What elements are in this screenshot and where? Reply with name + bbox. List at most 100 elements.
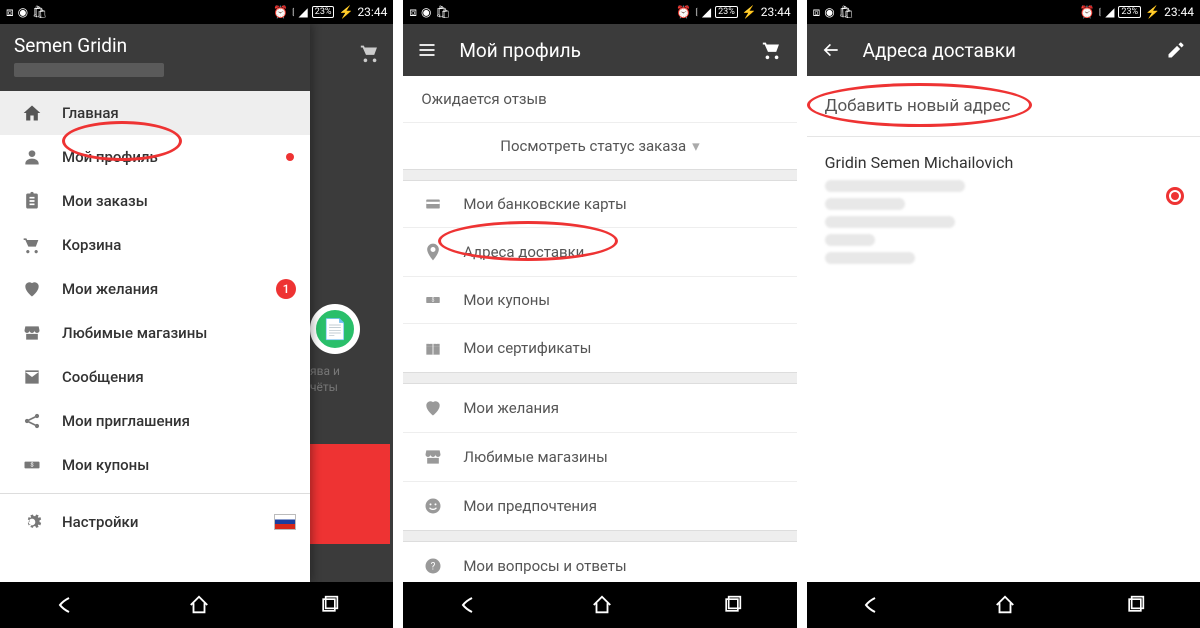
menu-settings[interactable]: Настройки [0, 500, 310, 544]
app-bar: Мой профиль [403, 24, 796, 76]
battery-indicator: 23% [1118, 6, 1141, 18]
view-order-status[interactable]: Посмотреть статус заказа ▾ [403, 122, 796, 169]
notification-dot [286, 153, 294, 161]
android-navbar [807, 582, 1200, 628]
drawer-menu: Главная Мой профиль Мои заказы Корзина [0, 91, 310, 582]
awaiting-review: Ожидается отзыв [403, 76, 796, 122]
menu-label: Мои приглашения [62, 412, 190, 430]
item-stores[interactable]: Любимые магазины [403, 433, 796, 482]
address-selected-radio[interactable] [1166, 187, 1184, 205]
signal-icon: ◢ [702, 5, 711, 19]
menu-coupons[interactable]: $ Мои купоны [0, 443, 310, 487]
store-icon [18, 323, 46, 343]
address-card[interactable]: Gridin Semen Michailovich [807, 137, 1200, 286]
coupon-icon: $ [18, 455, 46, 475]
profile-icon [18, 147, 46, 167]
clock-text: 23:44 [1164, 5, 1194, 19]
menu-cart[interactable]: Корзина [0, 223, 310, 267]
card-icon [421, 195, 445, 213]
item-bank-cards[interactable]: Мои банковские карты [403, 181, 796, 228]
item-coupons[interactable]: $ Мои купоны [403, 277, 796, 324]
home-icon[interactable] [591, 594, 613, 616]
bg-ad-card [310, 444, 390, 544]
svg-text:$: $ [432, 297, 435, 304]
cart-icon[interactable] [359, 42, 381, 64]
clock-text: 23:44 [357, 5, 387, 19]
screen-profile: ⧈ ◉ 🛍 ⏰ ⧙ ◢ 23% ⚡ 23:44 Мой профиль Ожид… [403, 0, 796, 628]
menu-profile[interactable]: Мой профиль [0, 135, 310, 179]
menu-label: Главная [62, 104, 119, 122]
back-icon[interactable] [458, 593, 482, 617]
heart-icon [18, 279, 46, 299]
address-line-blurred [825, 198, 905, 210]
address-line-blurred [825, 252, 915, 264]
charging-icon: ⚡ [338, 5, 353, 19]
recent-icon[interactable] [722, 595, 742, 615]
mail-icon [18, 367, 46, 387]
user-icon: ◉ [824, 5, 834, 19]
dropbox-icon: ⧈ [409, 5, 417, 20]
edit-icon[interactable] [1166, 40, 1186, 60]
signal-icon: ◢ [1105, 5, 1114, 19]
android-navbar [0, 582, 393, 628]
share-icon [18, 411, 46, 431]
add-new-address[interactable]: Добавить новый адрес [807, 76, 1200, 137]
drawer-header[interactable]: Semen Gridin [0, 24, 310, 91]
item-label: Мои банковские карты [463, 195, 626, 213]
dropbox-icon: ⧈ [6, 5, 14, 20]
wifi-icon: ⧙ [292, 5, 295, 20]
menu-label: Сообщения [62, 368, 144, 386]
app-bar: Адреса доставки [807, 24, 1200, 76]
menu-invites[interactable]: Мои приглашения [0, 399, 310, 443]
item-addresses[interactable]: Адреса доставки [403, 228, 796, 277]
menu-messages[interactable]: Сообщения [0, 355, 310, 399]
app-title: Адреса доставки [863, 39, 1016, 62]
flag-ru-icon [274, 514, 296, 530]
menu-label: Мои купоны [62, 456, 149, 474]
item-qa[interactable]: ? Мои вопросы и ответы [403, 542, 796, 582]
divider [0, 493, 310, 494]
menu-home[interactable]: Главная [0, 91, 310, 135]
pin-icon [421, 242, 445, 262]
charging-icon: ⚡ [1145, 5, 1160, 19]
address-line-blurred [825, 216, 955, 228]
recent-icon[interactable] [319, 595, 339, 615]
bag-icon: 🛍 [435, 5, 450, 19]
wifi-icon: ⧙ [695, 5, 698, 20]
user-icon: ◉ [18, 5, 28, 19]
back-icon[interactable] [55, 593, 79, 617]
status-bar: ⧈ ◉ 🛍 ⏰ ⧙ ◢ 23% ⚡ 23:44 [403, 0, 796, 24]
clipboard-icon [18, 191, 46, 211]
item-label: Адреса доставки [463, 243, 584, 261]
menu-label: Настройки [62, 513, 138, 531]
menu-wishlist[interactable]: Мои желания 1 [0, 267, 310, 311]
back-icon[interactable] [861, 593, 885, 617]
item-preferences[interactable]: Мои предпочтения [403, 482, 796, 530]
address-line-blurred [825, 180, 965, 192]
menu-stores[interactable]: Любимые магазины [0, 311, 310, 355]
wishlist-badge: 1 [276, 279, 296, 299]
user-email-blurred [14, 63, 164, 77]
link-label: Посмотреть статус заказа [500, 137, 686, 155]
screen-drawer: ⧈ ◉ 🛍 ⏰ ⧙ ◢ 23% ⚡ 23:44 📄 ява и чёты Sem… [0, 0, 393, 628]
gear-icon [18, 512, 46, 532]
menu-orders[interactable]: Мои заказы [0, 179, 310, 223]
alarm-icon: ⏰ [1080, 5, 1095, 19]
item-certificates[interactable]: Мои сертификаты [403, 324, 796, 372]
cart-icon[interactable] [761, 39, 783, 61]
home-icon[interactable] [188, 594, 210, 616]
alarm-icon: ⏰ [273, 5, 288, 19]
profile-list: Ожидается отзыв Посмотреть статус заказа… [403, 76, 796, 582]
store-icon [421, 447, 445, 467]
heart-icon [421, 398, 445, 418]
back-arrow-icon[interactable] [821, 40, 841, 60]
signal-icon: ◢ [299, 5, 308, 19]
help-icon: ? [421, 556, 445, 576]
user-name: Semen Gridin [14, 34, 296, 57]
recent-icon[interactable] [1125, 595, 1145, 615]
coupon-icon: $ [421, 291, 445, 309]
menu-label: Любимые магазины [62, 324, 207, 342]
hamburger-icon[interactable] [417, 40, 437, 60]
home-icon[interactable] [994, 594, 1016, 616]
item-wishlist[interactable]: Мои желания [403, 384, 796, 433]
